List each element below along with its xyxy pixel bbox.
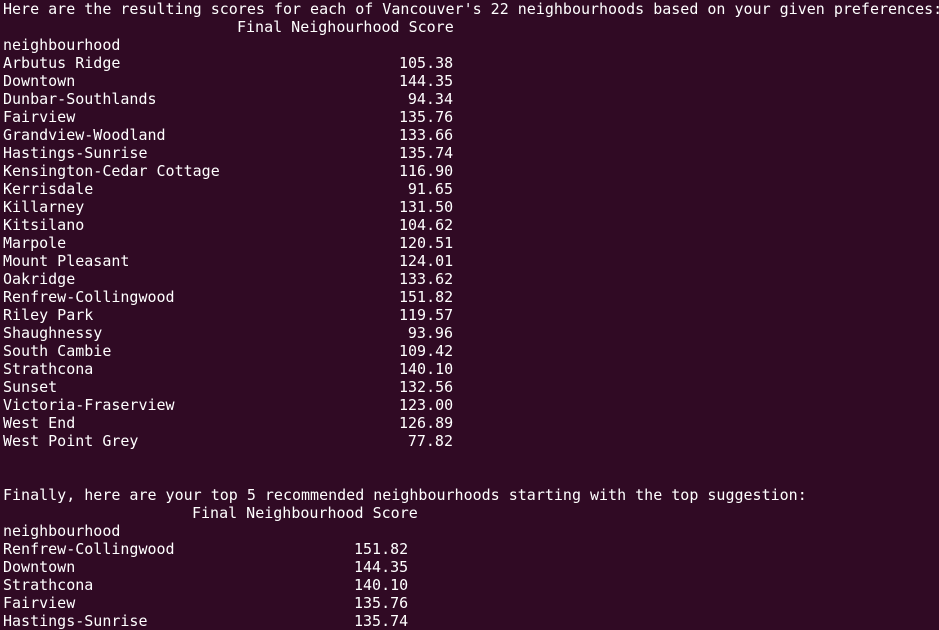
neighbourhood-name: Fairview	[3, 594, 76, 612]
neighbourhood-score: 109.42	[399, 342, 454, 360]
table-row: Arbutus Ridge 105.38	[3, 54, 939, 72]
table-row: Killarney 131.50	[3, 198, 939, 216]
terminal-output: Here are the resulting scores for each o…	[0, 0, 939, 630]
table-rows: Arbutus Ridge 105.38 Downtown 144.35 Dunbar-…	[3, 54, 939, 450]
neighbourhood-name: Renfrew-Collingwood	[3, 540, 175, 558]
table-row: South Cambie 109.42	[3, 342, 939, 360]
neighbourhood-score: 133.62	[399, 270, 454, 288]
neighbourhood-score: 135.76	[354, 594, 409, 612]
table-row: Riley Park 119.57	[3, 306, 939, 324]
table-row: Renfrew-Collingwood 151.82	[3, 540, 939, 558]
table-row: Mount Pleasant 124.01	[3, 252, 939, 270]
table-row: Marpole 120.51	[3, 234, 939, 252]
index-header: neighbourhood	[3, 522, 121, 540]
table-row: Kitsilano 104.62	[3, 216, 939, 234]
neighbourhood-name: Victoria-Fraserview	[3, 396, 175, 414]
neighbourhood-score: 77.82	[407, 432, 453, 450]
neighbourhood-name: Killarney	[3, 198, 85, 216]
table-row: West Point Grey 77.82	[3, 432, 939, 450]
neighbourhood-score: 135.74	[399, 144, 454, 162]
neighbourhood-score: 124.01	[399, 252, 454, 270]
neighbourhood-name: West Point Grey	[3, 432, 139, 450]
neighbourhood-name: Strathcona	[3, 360, 94, 378]
table-row: Grandview-Woodland 133.66	[3, 126, 939, 144]
column-header: Final Neighbourhood Score	[192, 504, 418, 522]
neighbourhood-score: 123.00	[399, 396, 454, 414]
neighbourhood-name: Kerrisdale	[3, 180, 94, 198]
neighbourhood-name: Shaughnessy	[3, 324, 103, 342]
table-row: Oakridge 133.62	[3, 270, 939, 288]
neighbourhood-score: 140.10	[354, 576, 409, 594]
table-row: Downtown 144.35	[3, 558, 939, 576]
neighbourhood-name: Arbutus Ridge	[3, 54, 121, 72]
table-row: Kerrisdale 91.65	[3, 180, 939, 198]
table-row: Kensington-Cedar Cottage 116.90	[3, 162, 939, 180]
neighbourhood-name: Dunbar-Southlands	[3, 90, 157, 108]
neighbourhood-score: 140.10	[399, 360, 454, 378]
index-header: neighbourhood	[3, 36, 121, 54]
all-scores-table: Final Neighourhood Score neighbourhood A…	[3, 18, 939, 450]
summary-text: Finally, here are your top 5 recommended…	[3, 486, 807, 504]
neighbourhood-name: Downtown	[3, 558, 76, 576]
neighbourhood-score: 151.82	[399, 288, 454, 306]
neighbourhood-name: Oakridge	[3, 270, 76, 288]
neighbourhood-score: 119.57	[399, 306, 454, 324]
neighbourhood-score: 135.76	[399, 108, 454, 126]
neighbourhood-score: 144.35	[399, 72, 454, 90]
column-header: Final Neighourhood Score	[237, 18, 454, 36]
intro-text: Here are the resulting scores for each o…	[3, 0, 939, 18]
neighbourhood-score: 94.34	[407, 90, 453, 108]
neighbourhood-name: Kensington-Cedar Cottage	[3, 162, 220, 180]
neighbourhood-name: Fairview	[3, 108, 76, 126]
table-row: Fairview 135.76	[3, 108, 939, 126]
neighbourhood-name: Strathcona	[3, 576, 94, 594]
neighbourhood-name: Renfrew-Collingwood	[3, 288, 175, 306]
neighbourhood-score: 144.35	[354, 558, 409, 576]
neighbourhood-name: Downtown	[3, 72, 76, 90]
neighbourhood-score: 105.38	[399, 54, 454, 72]
table-row: Downtown 144.35	[3, 72, 939, 90]
neighbourhood-name: Grandview-Woodland	[3, 126, 166, 144]
table-row: Shaughnessy 93.96	[3, 324, 939, 342]
table-row: Renfrew-Collingwood 151.82	[3, 288, 939, 306]
neighbourhood-name: Hastings-Sunrise	[3, 144, 148, 162]
table-row: Victoria-Fraserview 123.00	[3, 396, 939, 414]
table-row: West End 126.89	[3, 414, 939, 432]
neighbourhood-name: Marpole	[3, 234, 67, 252]
neighbourhood-name: Riley Park	[3, 306, 94, 324]
neighbourhood-score: 131.50	[399, 198, 454, 216]
neighbourhood-name: South Cambie	[3, 342, 112, 360]
neighbourhood-score: 120.51	[399, 234, 454, 252]
neighbourhood-score: 116.90	[399, 162, 454, 180]
neighbourhood-score: 93.96	[407, 324, 453, 342]
top5-table: Final Neighbourhood Score neighbourhood …	[3, 504, 939, 630]
neighbourhood-score: 151.82	[354, 540, 409, 558]
table-row: Strathcona 140.10	[3, 360, 939, 378]
table-row: Sunset 132.56	[3, 378, 939, 396]
neighbourhood-score: 133.66	[399, 126, 454, 144]
neighbourhood-score: 135.74	[354, 612, 409, 630]
table-row: Fairview 135.76	[3, 594, 939, 612]
table-row: Hastings-Sunrise 135.74	[3, 612, 939, 630]
neighbourhood-score: 91.65	[407, 180, 453, 198]
neighbourhood-name: West End	[3, 414, 76, 432]
table-row: Strathcona 140.10	[3, 576, 939, 594]
neighbourhood-score: 132.56	[399, 378, 454, 396]
neighbourhood-name: Hastings-Sunrise	[3, 612, 148, 630]
neighbourhood-score: 104.62	[399, 216, 454, 234]
neighbourhood-name: Kitsilano	[3, 216, 85, 234]
table-row: Hastings-Sunrise 135.74	[3, 144, 939, 162]
neighbourhood-score: 126.89	[399, 414, 454, 432]
neighbourhood-name: Sunset	[3, 378, 58, 396]
table-rows: Renfrew-Collingwood 151.82 Downtown 144.35 S…	[3, 540, 939, 630]
table-row: Dunbar-Southlands 94.34	[3, 90, 939, 108]
neighbourhood-name: Mount Pleasant	[3, 252, 130, 270]
